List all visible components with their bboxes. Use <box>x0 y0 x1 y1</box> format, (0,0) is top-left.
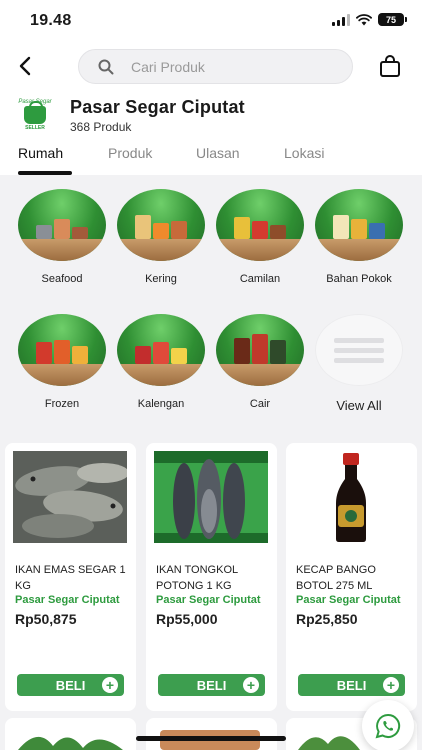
whatsapp-button[interactable] <box>362 700 414 750</box>
plus-icon: + <box>243 677 259 693</box>
product-card[interactable] <box>146 718 277 750</box>
buy-button[interactable]: BELI + <box>17 674 124 696</box>
product-price: Rp55,000 <box>156 611 218 627</box>
status-bar: 19.48 75 <box>0 0 422 44</box>
search-input[interactable] <box>131 58 331 75</box>
store-name: Pasar Segar Ciputat <box>70 97 245 117</box>
product-name: IKAN TONGKOL POTONG 1 KG <box>156 564 238 592</box>
store-logo-bag-icon <box>24 101 46 124</box>
whatsapp-icon <box>375 713 401 739</box>
category-grid: Seafood Kering Camilan Bahan Pokok Froze… <box>0 175 422 440</box>
category-kering[interactable]: Kering <box>116 189 206 285</box>
search-icon <box>98 59 114 74</box>
category-kalengan[interactable]: Kalengan <box>116 314 206 410</box>
snacks-icon <box>216 189 304 261</box>
store-logo-seller: SELLER <box>25 125 45 131</box>
product-store: Pasar Segar Ciputat <box>15 594 120 606</box>
product-card[interactable]: KECAP BANGO BOTOL 275 ML Pasar Segar Cip… <box>286 443 417 711</box>
view-all-button[interactable]: View All <box>314 314 404 413</box>
battery-icon: 75 <box>378 13 407 26</box>
staples-icon <box>315 189 403 261</box>
tab-produk[interactable]: Produk <box>108 145 152 161</box>
category-label: Kering <box>145 273 177 285</box>
category-label: Frozen <box>44 398 80 410</box>
dry-goods-icon <box>117 189 205 261</box>
category-frozen[interactable]: Frozen <box>17 314 107 410</box>
list-icon <box>315 314 403 386</box>
product-image <box>294 726 364 750</box>
tab-ulasan[interactable]: Ulasan <box>196 145 240 161</box>
product-image <box>13 451 127 543</box>
category-label: Seafood <box>41 273 83 285</box>
search-bar[interactable] <box>78 49 353 84</box>
buy-button[interactable]: BELI + <box>298 674 405 696</box>
seafood-icon <box>18 189 106 261</box>
buy-label: BELI <box>55 677 86 693</box>
store-logo: Pasar Segar SELLER <box>12 94 58 136</box>
product-count: 368 Produk <box>70 120 132 134</box>
view-all-label: View All <box>336 398 382 413</box>
back-arrow-icon[interactable] <box>14 54 38 78</box>
product-price: Rp50,875 <box>15 611 77 627</box>
buy-label: BELI <box>196 677 227 693</box>
status-time: 19.48 <box>30 12 72 29</box>
tab-rumah[interactable]: Rumah <box>18 145 63 161</box>
status-icons: 75 <box>332 13 407 26</box>
buy-label: BELI <box>336 677 367 693</box>
store-tabs: Rumah Produk Ulasan Lokasi <box>0 144 422 175</box>
product-name: IKAN EMAS SEGAR 1 KG <box>15 564 126 592</box>
buy-button[interactable]: BELI + <box>158 674 265 696</box>
product-price: Rp25,850 <box>296 611 358 627</box>
product-store: Pasar Segar Ciputat <box>296 594 401 606</box>
category-label: Kalengan <box>137 398 185 410</box>
product-image <box>154 451 268 543</box>
product-card[interactable] <box>5 718 136 750</box>
plus-icon: + <box>383 677 399 693</box>
category-camilan[interactable]: Camilan <box>215 189 305 285</box>
signal-icon <box>332 13 350 26</box>
liquid-icon <box>216 314 304 386</box>
category-seafood[interactable]: Seafood <box>17 189 107 285</box>
canned-icon <box>117 314 205 386</box>
shopping-bag-icon[interactable] <box>378 55 402 79</box>
frozen-icon <box>18 314 106 386</box>
store-header: Pasar Segar SELLER Pasar Segar Ciputat 3… <box>0 44 422 175</box>
wifi-icon <box>356 13 372 25</box>
category-label: Camilan <box>239 273 281 285</box>
product-image <box>294 451 408 543</box>
product-name: KECAP BANGO BOTOL 275 ML <box>296 564 376 592</box>
tab-lokasi[interactable]: Lokasi <box>284 145 324 161</box>
category-bahan-pokok[interactable]: Bahan Pokok <box>314 189 404 285</box>
plus-icon: + <box>102 677 118 693</box>
product-card[interactable]: IKAN EMAS SEGAR 1 KG Pasar Segar Ciputat… <box>5 443 136 711</box>
category-label: Bahan Pokok <box>326 273 392 285</box>
product-store: Pasar Segar Ciputat <box>156 594 261 606</box>
product-image <box>13 726 127 750</box>
category-label: Cair <box>249 398 271 410</box>
category-cair[interactable]: Cair <box>215 314 305 410</box>
home-indicator <box>136 736 286 741</box>
product-card[interactable]: IKAN TONGKOL POTONG 1 KG Pasar Segar Cip… <box>146 443 277 711</box>
